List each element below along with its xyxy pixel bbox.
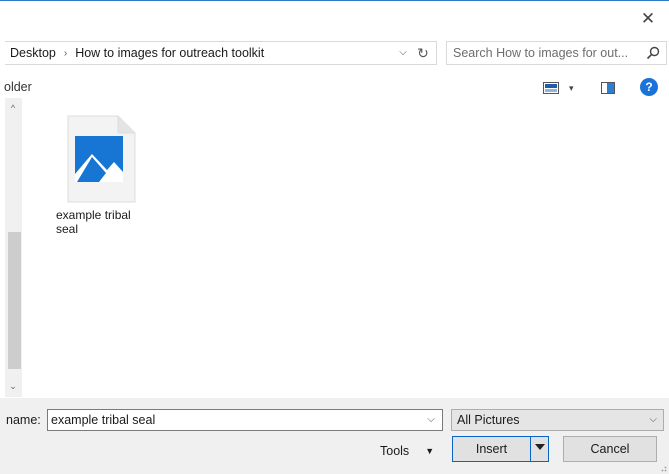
search-icon[interactable] <box>646 46 660 60</box>
scroll-down-icon[interactable]: ⌄ <box>7 380 19 392</box>
breadcrumb-current-folder[interactable]: How to images for outreach toolkit <box>75 46 264 60</box>
breadcrumb-desktop[interactable]: Desktop <box>10 46 56 60</box>
file-type-dropdown-icon: ⌵ <box>649 414 657 425</box>
search-box[interactable] <box>446 41 667 65</box>
insert-options-dropdown[interactable] <box>531 436 549 462</box>
tools-menu-button[interactable]: Tools ▼ <box>380 443 434 459</box>
breadcrumb-separator-icon[interactable]: › <box>64 48 67 59</box>
address-history-dropdown-icon[interactable]: ⌵ <box>396 46 410 60</box>
insert-button[interactable]: Insert <box>452 436 531 462</box>
file-item[interactable]: example tribal seal <box>53 113 149 241</box>
file-name-input[interactable] <box>51 412 411 428</box>
close-icon: ✕ <box>640 9 656 28</box>
file-name-combobox[interactable]: ⌵ <box>47 409 443 431</box>
file-type-value: All Pictures <box>457 413 520 427</box>
help-icon[interactable]: ? <box>640 78 658 96</box>
resize-grip-icon[interactable] <box>659 464 667 472</box>
breadcrumb: Desktop › How to images for outreach too… <box>10 45 264 61</box>
window-top-border <box>0 0 669 1</box>
scroll-up-icon[interactable]: ^ <box>7 102 19 114</box>
new-folder-button[interactable]: older <box>4 80 32 94</box>
close-button[interactable]: ✕ <box>637 8 659 30</box>
file-name-label: example tribal seal <box>56 208 131 236</box>
file-type-select[interactable]: All Pictures ⌵ <box>451 409 664 431</box>
tools-dropdown-icon: ▼ <box>425 446 435 456</box>
tools-label: Tools <box>380 444 410 458</box>
image-file-icon <box>67 115 136 203</box>
refresh-icon[interactable]: ↻ <box>415 45 431 61</box>
change-view-icon[interactable] <box>543 82 559 94</box>
file-name-dropdown-icon[interactable]: ⌵ <box>425 413 437 427</box>
cancel-button[interactable]: Cancel <box>563 436 657 462</box>
view-options-dropdown-icon[interactable]: ▾ <box>569 82 579 94</box>
chevron-down-icon <box>535 444 545 450</box>
search-input[interactable] <box>453 45 643 61</box>
preview-pane-icon[interactable] <box>601 82 615 94</box>
scrollbar-thumb[interactable] <box>8 232 21 369</box>
file-name-field-label: name: <box>6 413 41 427</box>
